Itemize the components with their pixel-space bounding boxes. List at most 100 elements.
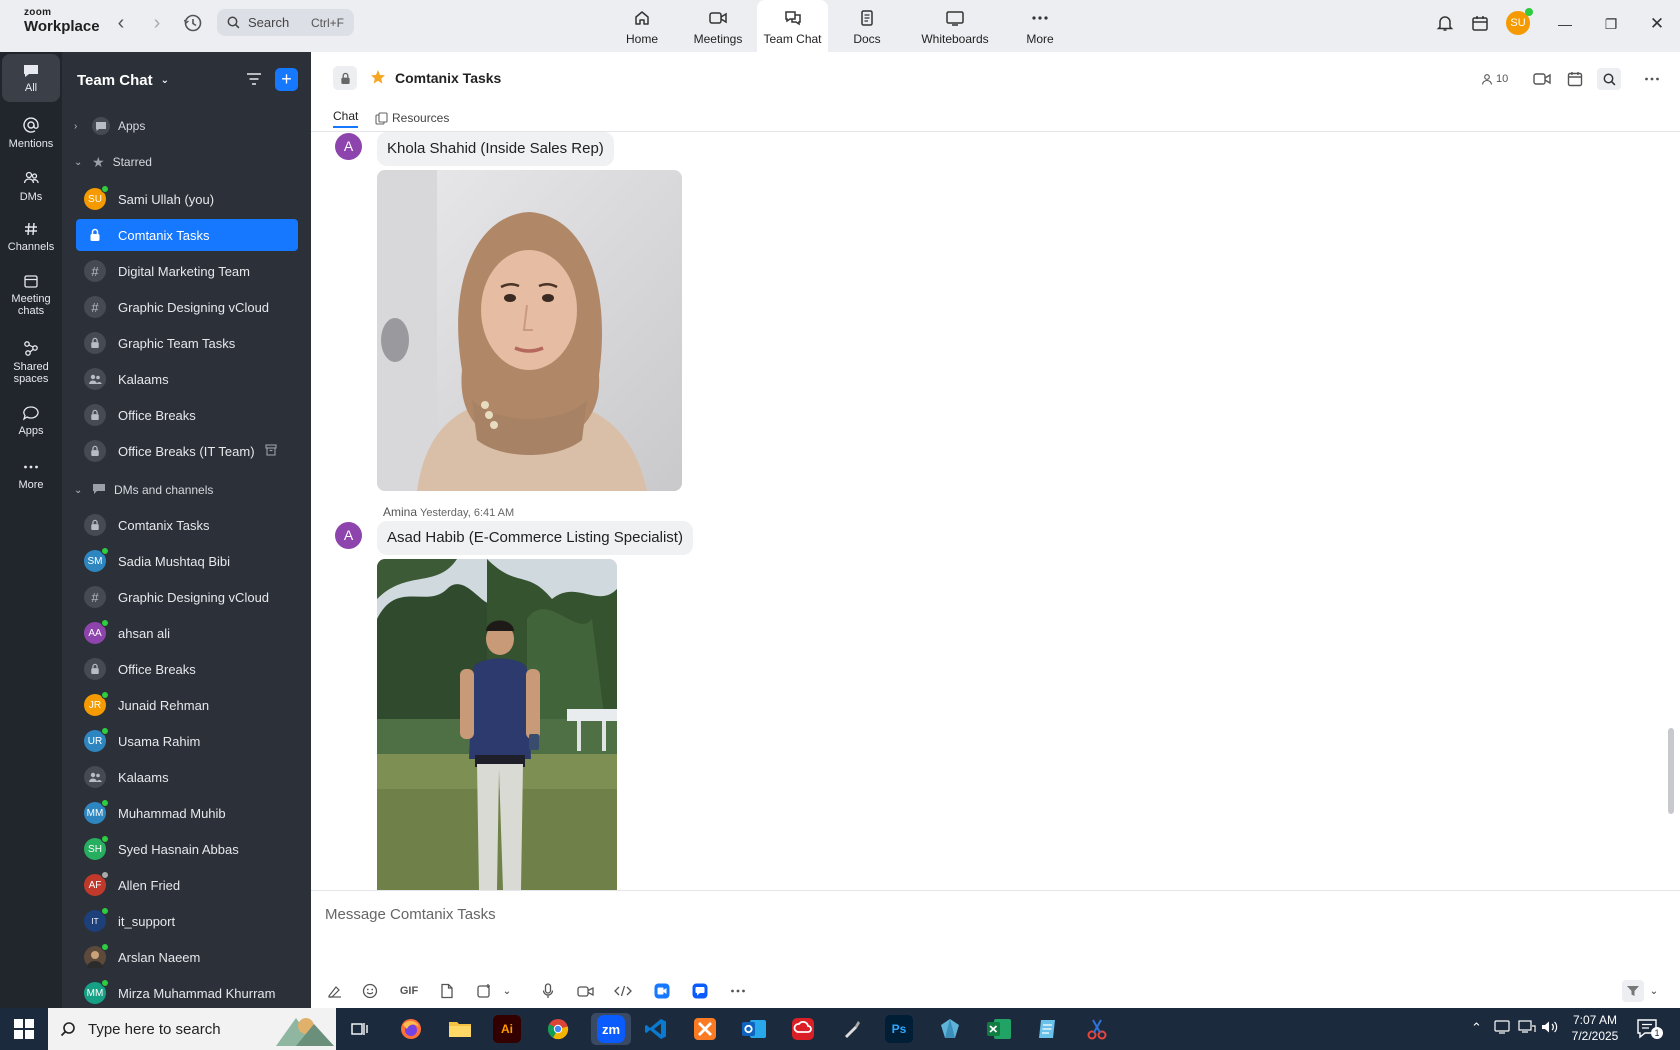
rail-item-channels[interactable]: Channels — [2, 216, 60, 262]
section-dms-and-channels[interactable]: ⌄ DMs and channels — [74, 479, 213, 501]
sidebar-item-office-breaks-dm[interactable]: Office Breaks — [76, 653, 298, 685]
sidebar-item-arslan-naeem[interactable]: Arslan Naeem — [76, 941, 298, 973]
more-options-icon[interactable] — [1644, 68, 1660, 90]
rail-item-shared-spaces[interactable]: Shared spaces — [2, 334, 60, 390]
sidebar-title[interactable]: Team Chat ⌄ — [77, 72, 169, 89]
taskbar-search[interactable]: Type here to search — [48, 1008, 336, 1050]
zoom-chat-app-icon[interactable] — [690, 980, 710, 1002]
outlook-icon[interactable] — [738, 1013, 770, 1045]
photoshop-icon[interactable]: Ps — [885, 1015, 913, 1043]
message-list[interactable]: A Khola Shahid (Inside Sales Rep) Amina Y… — [311, 132, 1680, 890]
tab-whiteboards[interactable]: Whiteboards — [915, 0, 995, 52]
pen-tool-icon[interactable] — [836, 1013, 868, 1045]
sidebar-item-kalaams[interactable]: Kalaams — [76, 363, 298, 395]
forward-arrow-icon[interactable]: › — [146, 12, 168, 34]
back-arrow-icon[interactable]: ‹ — [110, 12, 132, 34]
sidebar-item-ahsan-ali[interactable]: AA ahsan ali — [76, 617, 298, 649]
sidebar-item-junaid-rehman[interactable]: JR Junaid Rehman — [76, 689, 298, 721]
rail-item-meeting-chats[interactable]: Meeting chats — [2, 268, 60, 324]
sidebar-item-sadia-mushtaq[interactable]: SM Sadia Mushtaq Bibi — [76, 545, 298, 577]
close-button[interactable]: ✕ — [1645, 12, 1669, 36]
video-call-icon[interactable] — [1533, 68, 1551, 90]
creative-cloud-icon[interactable] — [787, 1013, 819, 1045]
sidebar-item-syed-hasnain[interactable]: SH Syed Hasnain Abbas — [76, 833, 298, 865]
sidebar-item-usama-rahim[interactable]: UR Usama Rahim — [76, 725, 298, 757]
chrome-icon[interactable] — [542, 1013, 574, 1045]
network-icon[interactable] — [1518, 1020, 1536, 1037]
video-message-icon[interactable] — [575, 980, 595, 1002]
microphone-icon[interactable] — [538, 980, 558, 1002]
volume-icon[interactable] — [1541, 1020, 1559, 1037]
sidebar-item-comtanix-tasks-dm[interactable]: Comtanix Tasks — [76, 509, 298, 541]
zoom-app-icon[interactable] — [652, 980, 672, 1002]
firefox-icon[interactable] — [395, 1013, 427, 1045]
chevron-up-icon[interactable]: ⌃ — [1471, 1020, 1482, 1036]
rail-item-all[interactable]: All — [2, 54, 60, 102]
sidebar-item-graphic-designing-dm[interactable]: # Graphic Designing vCloud — [76, 581, 298, 613]
illustrator-icon[interactable]: Ai — [493, 1015, 521, 1043]
sidebar-item-digital-marketing[interactable]: # Digital Marketing Team — [76, 255, 298, 287]
vscode-icon[interactable] — [640, 1013, 672, 1045]
user-avatar[interactable]: SU — [1506, 8, 1533, 35]
notepad-icon[interactable] — [1032, 1013, 1064, 1045]
sidebar-item-graphic-team-tasks[interactable]: Graphic Team Tasks — [76, 327, 298, 359]
tab-meetings[interactable]: Meetings — [690, 0, 746, 52]
gem-app-icon[interactable] — [934, 1013, 966, 1045]
sidebar-item-mirza-khurram[interactable]: MM Mirza Muhammad Khurram — [76, 977, 298, 1008]
avatar[interactable]: A — [335, 133, 362, 160]
message-input[interactable] — [325, 901, 1625, 927]
excel-icon[interactable] — [983, 1013, 1015, 1045]
sidebar-item-graphic-designing[interactable]: # Graphic Designing vCloud — [76, 291, 298, 323]
avatar[interactable]: A — [335, 522, 362, 549]
calendar-gift-icon[interactable] — [1470, 13, 1490, 36]
rail-item-mentions[interactable]: Mentions — [2, 112, 60, 158]
xampp-icon[interactable] — [689, 1013, 721, 1045]
taskbar-clock[interactable]: 7:07 AM 7/2/2025 — [1566, 1012, 1624, 1044]
sender-name[interactable]: Amina — [383, 505, 417, 519]
new-chat-button[interactable]: + — [275, 68, 298, 91]
sidebar-item-it-support[interactable]: IT it_support — [76, 905, 298, 937]
code-snippet-icon[interactable] — [612, 980, 634, 1002]
task-view-icon[interactable] — [344, 1013, 376, 1045]
message-photo[interactable] — [377, 170, 682, 491]
sidebar-item-kalaams-dm[interactable]: Kalaams — [76, 761, 298, 793]
rail-item-apps[interactable]: Apps — [2, 400, 60, 446]
sidebar-item-sami-ullah[interactable]: SU Sami Ullah (you) — [76, 183, 298, 215]
channel-title[interactable]: Comtanix Tasks — [395, 70, 501, 86]
chevron-down-icon[interactable]: ⌄ — [1648, 980, 1660, 1002]
search-in-chat-icon[interactable] — [1597, 68, 1621, 90]
sidebar-item-allen-fried[interactable]: AF Allen Fried — [76, 869, 298, 901]
search-box[interactable]: Search Ctrl+F — [217, 9, 354, 36]
snipping-tool-icon[interactable] — [1081, 1013, 1113, 1045]
tab-resources[interactable]: Resources — [375, 108, 449, 128]
windows-start-icon[interactable] — [14, 1019, 34, 1042]
notification-center-icon[interactable]: 1 — [1636, 1017, 1663, 1044]
sidebar-item-office-breaks-it[interactable]: Office Breaks (IT Team) — [76, 435, 298, 467]
message-photo[interactable] — [377, 559, 617, 890]
file-explorer-icon[interactable] — [444, 1013, 476, 1045]
bell-icon[interactable] — [1435, 13, 1455, 36]
more-dots-icon[interactable] — [728, 980, 748, 1002]
gif-button[interactable]: GIF — [397, 980, 421, 1002]
file-icon[interactable] — [437, 980, 457, 1002]
filter-icon[interactable] — [246, 72, 262, 89]
zoom-taskbar-icon[interactable]: zm — [591, 1013, 631, 1045]
tab-team-chat[interactable]: Team Chat — [757, 0, 828, 52]
sidebar-item-office-breaks[interactable]: Office Breaks — [76, 399, 298, 431]
history-icon[interactable] — [182, 12, 204, 34]
calendar-icon[interactable] — [1567, 68, 1583, 90]
tab-docs[interactable]: Docs — [845, 0, 889, 52]
tab-home[interactable]: Home — [620, 0, 664, 52]
star-icon[interactable] — [370, 69, 386, 88]
message-scrollbar[interactable] — [1668, 728, 1674, 814]
restore-button[interactable]: ❐ — [1599, 12, 1623, 36]
section-apps[interactable]: › Apps — [74, 115, 145, 137]
section-starred[interactable]: ⌄ ★ Starred — [74, 151, 152, 173]
screenshot-icon[interactable] — [474, 980, 494, 1002]
minimize-button[interactable]: — — [1553, 12, 1577, 36]
tab-more[interactable]: More — [1020, 0, 1060, 52]
members-button[interactable]: 10 — [1481, 68, 1508, 90]
sidebar-item-comtanix-tasks[interactable]: Comtanix Tasks — [76, 219, 298, 251]
hardware-icon[interactable] — [1494, 1020, 1510, 1037]
chevron-down-icon[interactable]: ⌄ — [500, 980, 514, 1002]
